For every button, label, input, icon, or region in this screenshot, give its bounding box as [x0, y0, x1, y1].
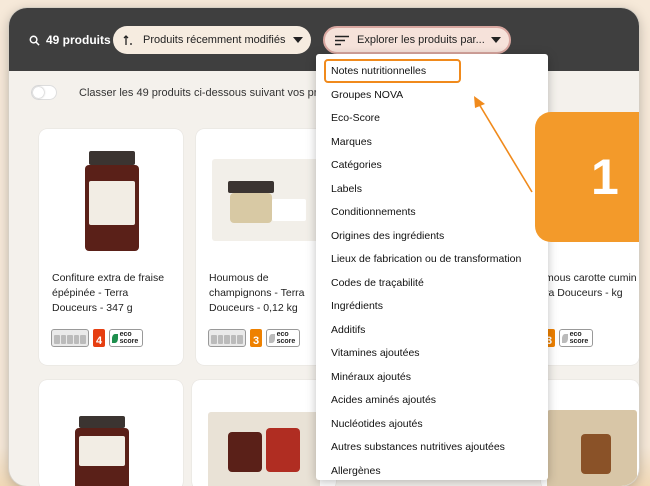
menu-item-codes-tracabilite[interactable]: Codes de traçabilité [316, 271, 548, 294]
menu-item-acides-amines[interactable]: Acides aminés ajoutés [316, 388, 548, 411]
menu-item-ingredients[interactable]: Ingrédients [316, 294, 548, 317]
preferences-toggle-row: Classer les 49 produits ci-dessous suiva… [31, 85, 333, 100]
product-badges: 3 eco score [543, 329, 593, 347]
menu-item-labels[interactable]: Labels [316, 177, 548, 200]
highlight-box [324, 59, 461, 83]
search-summary[interactable]: 49 produits [29, 30, 111, 50]
step-callout: 1 [535, 112, 639, 242]
preferences-toggle-label: Classer les 49 produits ci-dessous suiva… [79, 86, 333, 99]
menu-item-allergenes[interactable]: Allergènes [316, 459, 548, 482]
app-window: 49 produits Produits récemment modifiés … [9, 8, 639, 486]
menu-item-additifs[interactable]: Additifs [316, 318, 548, 341]
chevron-down-icon [293, 37, 303, 43]
ecoscore-badge: eco score [109, 329, 143, 347]
product-badges: 3 eco score [208, 329, 300, 347]
menu-item-conditionnements[interactable]: Conditionnements [316, 200, 548, 223]
menu-item-groupes-nova[interactable]: Groupes NOVA [316, 83, 548, 106]
explore-menu: Notes nutritionnelles Groupes NOVA Eco-S… [316, 54, 548, 480]
product-badges: 4 eco score [51, 329, 143, 347]
menu-item-eco-score[interactable]: Eco-Score [316, 106, 548, 129]
menu-item-lieux-fabrication[interactable]: Lieux de fabrication ou de transformatio… [316, 247, 548, 270]
leaf-icon [562, 333, 568, 343]
menu-item-categories[interactable]: Catégories [316, 153, 548, 176]
menu-item-vitamines[interactable]: Vitamines ajoutées [316, 341, 548, 364]
product-card[interactable] [192, 380, 336, 486]
search-icon [29, 35, 40, 46]
menu-item-mineraux[interactable]: Minéraux ajoutés [316, 365, 548, 388]
explore-dropdown[interactable]: Explorer les produits par... [323, 26, 511, 54]
product-name: Confiture extra de fraise épépinée - Ter… [52, 272, 165, 314]
menu-item-nucleotides[interactable]: Nucléotides ajoutés [316, 412, 548, 435]
ecoscore-badge: eco score [559, 329, 593, 347]
filter-icon [335, 35, 349, 45]
menu-item-marques[interactable]: Marques [316, 130, 548, 153]
nova-badge: 3 [250, 329, 262, 347]
sort-icon [123, 35, 132, 45]
product-card[interactable]: Confiture extra de fraise épépinée - Ter… [39, 129, 183, 365]
explore-label: Explorer les produits par... [357, 34, 485, 46]
product-image [49, 396, 159, 486]
menu-item-autres-substances[interactable]: Autres substances nutritives ajoutées [316, 435, 548, 458]
product-count: 49 produits [46, 33, 111, 47]
product-image [547, 410, 637, 486]
product-card[interactable] [541, 380, 639, 486]
product-image [208, 412, 320, 486]
nova-badge: 4 [93, 329, 105, 347]
product-name: mous carotte cumin ra Douceurs - kg [545, 272, 637, 299]
nutriscore-badge [51, 329, 89, 347]
sort-dropdown[interactable]: Produits récemment modifiés [113, 26, 311, 54]
product-name: Houmous de champignons - Terra Douceurs … [209, 272, 305, 314]
chevron-down-icon [491, 37, 501, 43]
product-image [61, 145, 161, 255]
sort-label: Produits récemment modifiés [143, 34, 286, 46]
nutriscore-badge [208, 329, 246, 347]
product-card[interactable] [39, 380, 183, 486]
menu-item-origines[interactable]: Origines des ingrédients [316, 224, 548, 247]
ecoscore-badge: eco score [266, 329, 300, 347]
product-image [212, 159, 322, 241]
preferences-toggle[interactable] [31, 85, 57, 100]
leaf-icon [112, 333, 118, 343]
leaf-icon [269, 333, 275, 343]
